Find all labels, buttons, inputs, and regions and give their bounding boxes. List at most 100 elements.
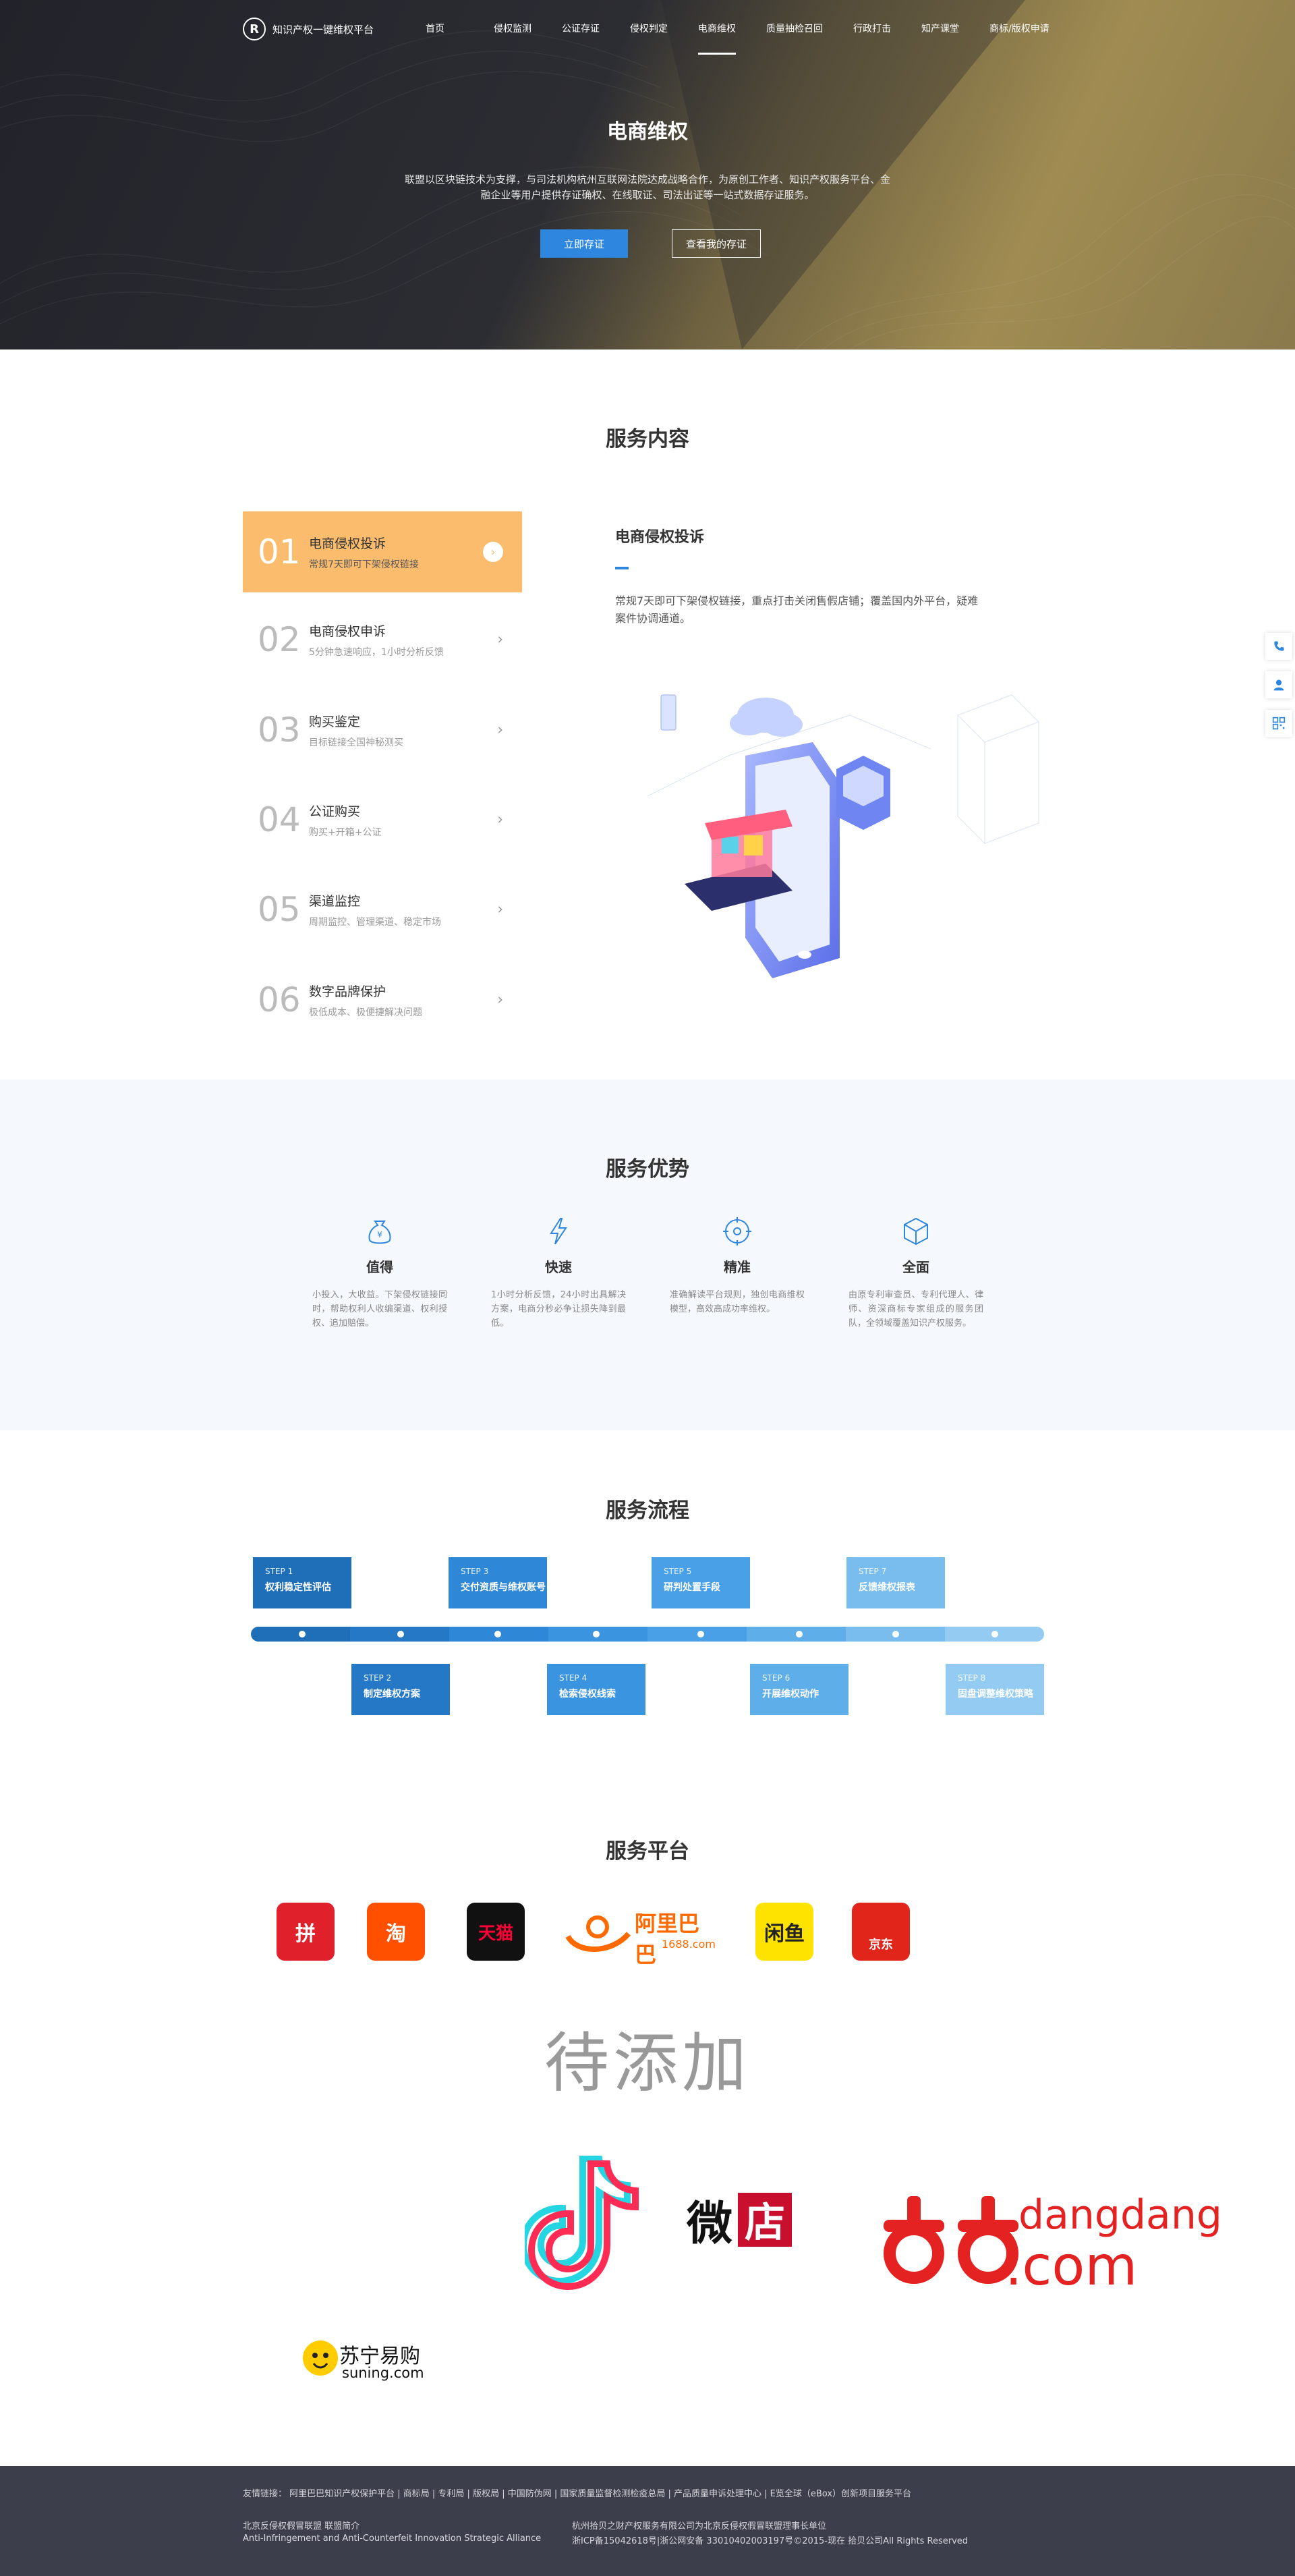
suning-logo[interactable]: 苏宁易购 suning.com	[300, 2338, 449, 2385]
nav-item-ecommerce[interactable]: 电商维权	[698, 22, 736, 55]
target-icon	[723, 1217, 751, 1245]
service-item-notarized-purchase[interactable]: 04 公证购买 购买+开箱+公证 ›	[243, 779, 522, 860]
step-name: 固盘调整维权策略	[958, 1689, 1033, 1700]
alliance-intro[interactable]: 北京反侵权假冒联盟 联盟简介	[243, 2519, 359, 2531]
chevron-right-icon: ›	[497, 991, 503, 1009]
service-subtitle: 常规7天即可下架侵权链接	[309, 559, 419, 570]
taobao-text: 淘	[386, 1922, 406, 1946]
step-name: 研判处置手段	[664, 1582, 720, 1593]
cube-icon	[904, 1217, 928, 1245]
nav-item-monitoring[interactable]: 侵权监测	[494, 22, 531, 35]
service-item-ecommerce-appeal[interactable]: 02 电商侵权申诉 5分钟急速响应，1小时分析反馈 ›	[243, 599, 522, 680]
nav-item-trademark[interactable]: 商标/版权申请	[989, 22, 1049, 35]
advantages-section	[0, 1080, 1295, 1430]
service-detail-title: 电商侵权投诉	[615, 529, 705, 546]
nav-item-quality-recall[interactable]: 质量抽检召回	[766, 22, 823, 35]
service-name: 电商侵权投诉	[309, 536, 386, 551]
advantage-comprehensive: 全面 由原专利审查员、专利代理人、律师、资深商标专家组成的服务团队，全领域覆盖知…	[848, 1214, 983, 1331]
weidian-text-left: 微	[687, 2197, 733, 2251]
step-label: STEP 7	[859, 1567, 887, 1576]
alibaba-sub-text: 1688.com	[662, 1938, 716, 1951]
step-name: 开展维权动作	[762, 1689, 819, 1700]
nav-item-classroom[interactable]: 知产课堂	[921, 22, 959, 35]
tmall-icon[interactable]: 天猫	[467, 1903, 525, 1961]
step-name: 检索侵权线索	[559, 1689, 616, 1700]
advantage-name: 精准	[724, 1259, 751, 1275]
site-logo[interactable]: R 知识产权一键维权平台	[243, 18, 374, 40]
deposit-now-button[interactable]: 立即存证	[540, 229, 628, 258]
icp-copyright: 浙ICP备15042618号|浙公网安备 33010402003197号©201…	[572, 2536, 969, 2546]
service-item-brand-protection[interactable]: 06 数字品牌保护 极低成本、极便捷解决问题 ›	[243, 959, 522, 1040]
process-timeline	[251, 1627, 1044, 1642]
timeline-dot	[593, 1631, 600, 1637]
timeline-dot	[796, 1631, 803, 1637]
xianyu-text: 闲鱼	[764, 1922, 805, 1946]
weidian-logo[interactable]: 微 店	[687, 2186, 793, 2253]
pinduoduo-icon[interactable]: 拼	[277, 1903, 335, 1961]
taobao-icon[interactable]: 淘	[367, 1903, 425, 1961]
platforms-title: 服务平台	[606, 1839, 689, 1864]
service-item-purchase-identification[interactable]: 03 购买鉴定 目标链接全国神秘测买 ›	[243, 690, 522, 771]
money-bag-icon: ¥	[368, 1221, 391, 1244]
service-item-ecommerce-complaint[interactable]: 01 电商侵权投诉 常规7天即可下架侵权链接 ›	[243, 511, 522, 592]
nav-item-judgement[interactable]: 侵权判定	[630, 22, 668, 35]
chevron-right-icon: ›	[497, 901, 503, 918]
service-number: 05	[258, 890, 301, 929]
advantage-precise: 精准 准确解读平台规则，独创电商维权模型，高效高成功率维权。	[670, 1214, 805, 1316]
qrcode-button[interactable]	[1265, 710, 1292, 737]
service-subtitle: 极低成本、极便捷解决问题	[309, 1007, 422, 1018]
timeline-dot	[892, 1631, 899, 1637]
chevron-right-icon: ›	[497, 721, 503, 739]
step-name: 交付资质与维权账号	[461, 1582, 546, 1593]
service-subtitle: 周期监控、管理渠道、稳定市场	[309, 916, 441, 928]
timeline-dot	[397, 1631, 404, 1637]
jd-icon[interactable]: 京东	[852, 1903, 910, 1961]
advantage-name: 值得	[366, 1259, 393, 1275]
phone-contact-button[interactable]	[1265, 633, 1292, 660]
service-detail-description: 常规7天即可下架侵权链接，重点打击关闭售假店铺；覆盖国内外平台，疑难案件协调通道…	[615, 594, 979, 625]
dangdang-logo[interactable]: dangdang .com	[870, 2186, 1222, 2297]
timeline-dot	[991, 1631, 998, 1637]
jd-text: 京东	[869, 1938, 893, 1952]
step-label: STEP 3	[461, 1567, 489, 1576]
card-icon	[660, 694, 677, 731]
hero-title: 电商维权	[607, 120, 688, 144]
advantage-description: 由原专利审查员、专利代理人、律师、资深商标专家组成的服务团队，全领域覆盖知识产权…	[848, 1290, 983, 1328]
step-name: 权利稳定性评估	[265, 1582, 331, 1593]
friend-links[interactable]: 友情链接： 阿里巴巴知识产权保护平台 | 商标局 | 专利局 | 版权局 | 中…	[243, 2486, 911, 2499]
top-nav: R 知识产权一键维权平台 首页 侵权监测 公证存证 侵权判定 电商维权 质量抽检…	[0, 0, 1295, 61]
step-label: STEP 6	[762, 1673, 790, 1683]
nav-item-enforcement[interactable]: 行政打击	[853, 22, 891, 35]
timeline-dot	[494, 1631, 501, 1637]
step-label: STEP 5	[664, 1567, 692, 1576]
tmall-text: 天猫	[478, 1923, 513, 1944]
advantage-fast: 快速 1小时分析反馈，24小时出具解决方案，电商分秒必争让损失降到最低。	[491, 1214, 626, 1331]
process-step-4: STEP 4 检索侵权线索	[547, 1664, 645, 1715]
site-footer: 友情链接： 阿里巴巴知识产权保护平台 | 商标局 | 专利局 | 版权局 | 中…	[0, 2466, 1295, 2576]
pinduoduo-text: 拼	[295, 1922, 316, 1946]
alibaba-1688-icon[interactable]: 阿里巴巴 1688.com	[564, 1907, 719, 1967]
qrcode-icon	[1272, 717, 1286, 730]
service-name: 购买鉴定	[309, 714, 361, 729]
nav-item-home[interactable]: 首页	[426, 22, 444, 35]
service-item-channel-monitoring[interactable]: 05 渠道监控 周期监控、管理渠道、稳定市场 ›	[243, 869, 522, 950]
process-step-5: STEP 5 研判处置手段	[652, 1557, 750, 1608]
process-title: 服务流程	[606, 1499, 689, 1523]
hero-description: 联盟以区块链技术为支撑，与司法机构杭州互联网法院达成战略合作，为原创工作者、知识…	[405, 173, 891, 201]
nav-item-notarization[interactable]: 公证存证	[562, 22, 600, 35]
process-step-1: STEP 1 权利稳定性评估	[253, 1557, 351, 1608]
my-deposits-button[interactable]: 查看我的存证	[672, 229, 761, 258]
customer-service-button[interactable]	[1265, 671, 1292, 698]
chevron-right-icon: ›	[497, 811, 503, 829]
xianyu-icon[interactable]: 闲鱼	[755, 1903, 813, 1961]
ecommerce-illustration	[648, 694, 1040, 978]
douyin-icon[interactable]	[525, 2156, 646, 2291]
service-name: 电商侵权申诉	[309, 623, 386, 639]
process-step-6: STEP 6 开展维权动作	[750, 1664, 848, 1715]
advantages-title: 服务优势	[606, 1157, 689, 1181]
service-name: 公证购买	[309, 804, 361, 819]
dangdang-dotcom: .com	[1005, 2235, 1138, 2297]
timeline-dot	[697, 1631, 704, 1637]
service-number: 03	[258, 710, 301, 750]
service-name: 数字品牌保护	[309, 984, 386, 999]
